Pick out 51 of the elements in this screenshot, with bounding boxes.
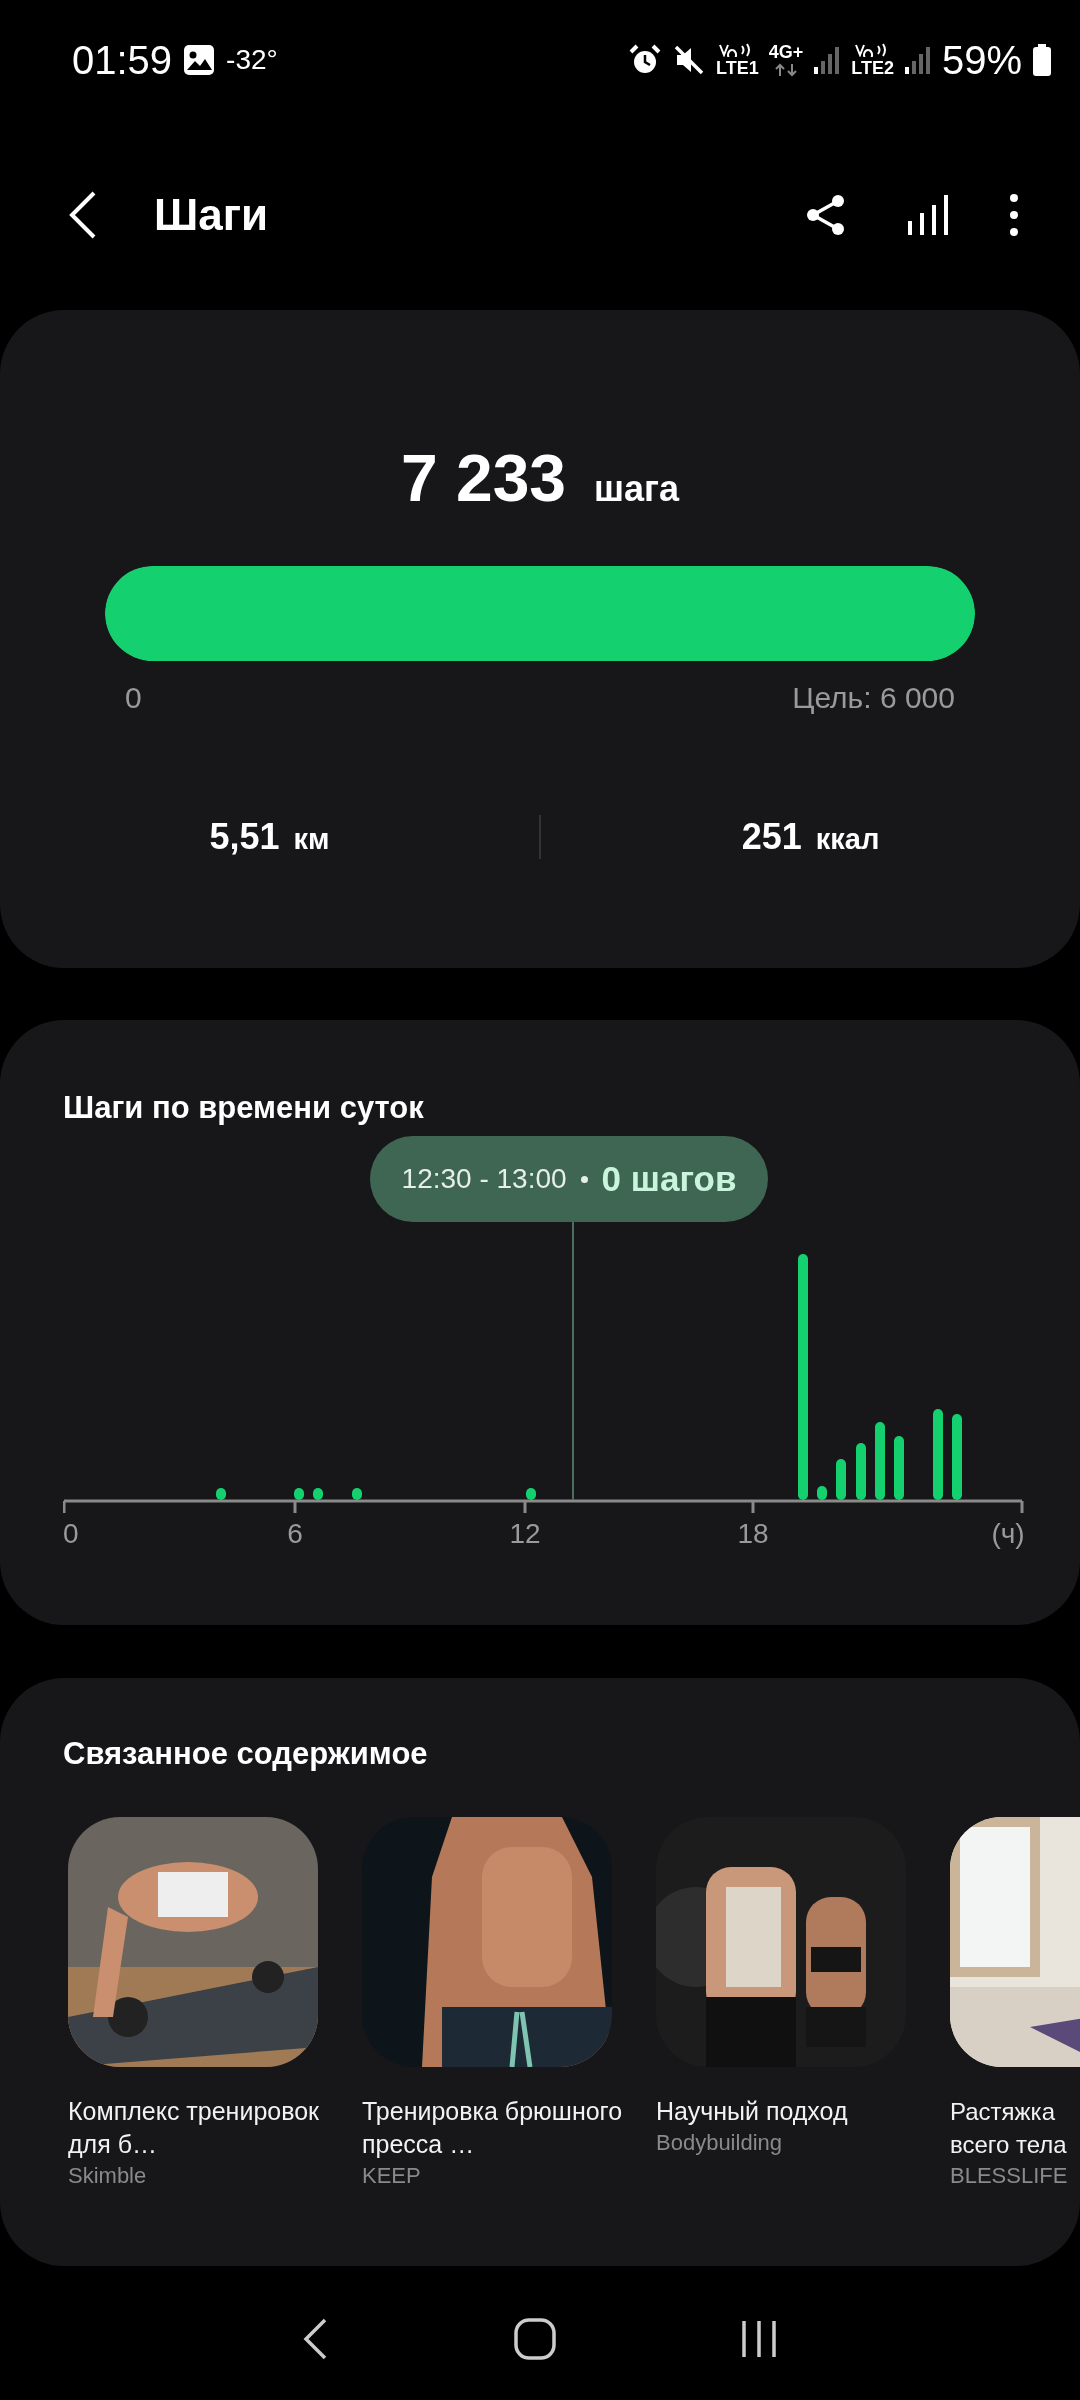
content-source: Bodybuilding	[656, 2130, 783, 2156]
more-options-icon[interactable]	[1008, 193, 1020, 237]
content-source: KEEP	[362, 2163, 422, 2189]
page-title: Шаги	[154, 190, 269, 240]
tooltip-steps: 0 шагов	[601, 1159, 737, 1199]
section-title: Шаги по времени суток	[63, 1090, 425, 1126]
content-source: BLESSLIFE	[950, 2163, 1069, 2189]
goal-label: Цель: 6 000	[792, 681, 955, 715]
content-source: Skimble	[68, 2163, 148, 2189]
bar-chart-icon[interactable]	[906, 193, 950, 237]
axis-label: 12	[509, 1518, 541, 1550]
step-bar	[313, 1488, 323, 1500]
step-bar	[856, 1443, 866, 1500]
content-title: Тренировка брюшного пресса …	[362, 2096, 624, 2160]
step-bar	[352, 1488, 362, 1500]
axis-label: 18	[737, 1518, 769, 1550]
start-label: 0	[125, 681, 142, 715]
content-title: Научный подход	[656, 2096, 849, 2127]
stat-value: 251	[741, 816, 802, 858]
sim-text: LTE2	[851, 59, 894, 77]
signal-icon	[813, 45, 842, 75]
data-arrows-icon	[773, 63, 799, 77]
axis-label: 0	[63, 1518, 79, 1550]
axis-label: 6	[287, 1518, 303, 1550]
battery-text: 59%	[941, 37, 1022, 83]
temperature-text: -32°	[226, 44, 278, 76]
step-unit: шага	[594, 468, 680, 510]
status-time: 01:59	[72, 37, 173, 83]
recent-apps-button[interactable]	[739, 2318, 779, 2359]
content-title: Комплекс тренировок для б…	[68, 2096, 321, 2160]
step-bar	[836, 1459, 846, 1500]
section-title: Связанное содержимое	[63, 1736, 429, 1772]
content-title: Растяжка всего тела	[950, 2097, 1068, 2160]
step-bar	[526, 1488, 536, 1500]
stat-unit: ккал	[815, 823, 880, 856]
step-bar	[817, 1486, 827, 1500]
stat-unit: км	[293, 823, 330, 856]
step-bar	[216, 1488, 226, 1500]
image-icon	[182, 43, 217, 77]
network-text: 4G+	[768, 43, 804, 61]
separator-dot	[580, 1175, 588, 1183]
axis-label: (ч)	[991, 1518, 1025, 1550]
signal-icon	[903, 45, 932, 75]
battery-icon	[1032, 43, 1052, 77]
home-button[interactable]	[513, 2316, 557, 2361]
tooltip-time: 12:30 - 13:00	[401, 1163, 567, 1195]
step-count: 7 233	[400, 440, 567, 516]
sim-text: LTE1	[716, 59, 759, 77]
step-bar	[294, 1488, 304, 1500]
stat-value: 5,51	[209, 816, 280, 858]
step-bar	[894, 1436, 904, 1500]
